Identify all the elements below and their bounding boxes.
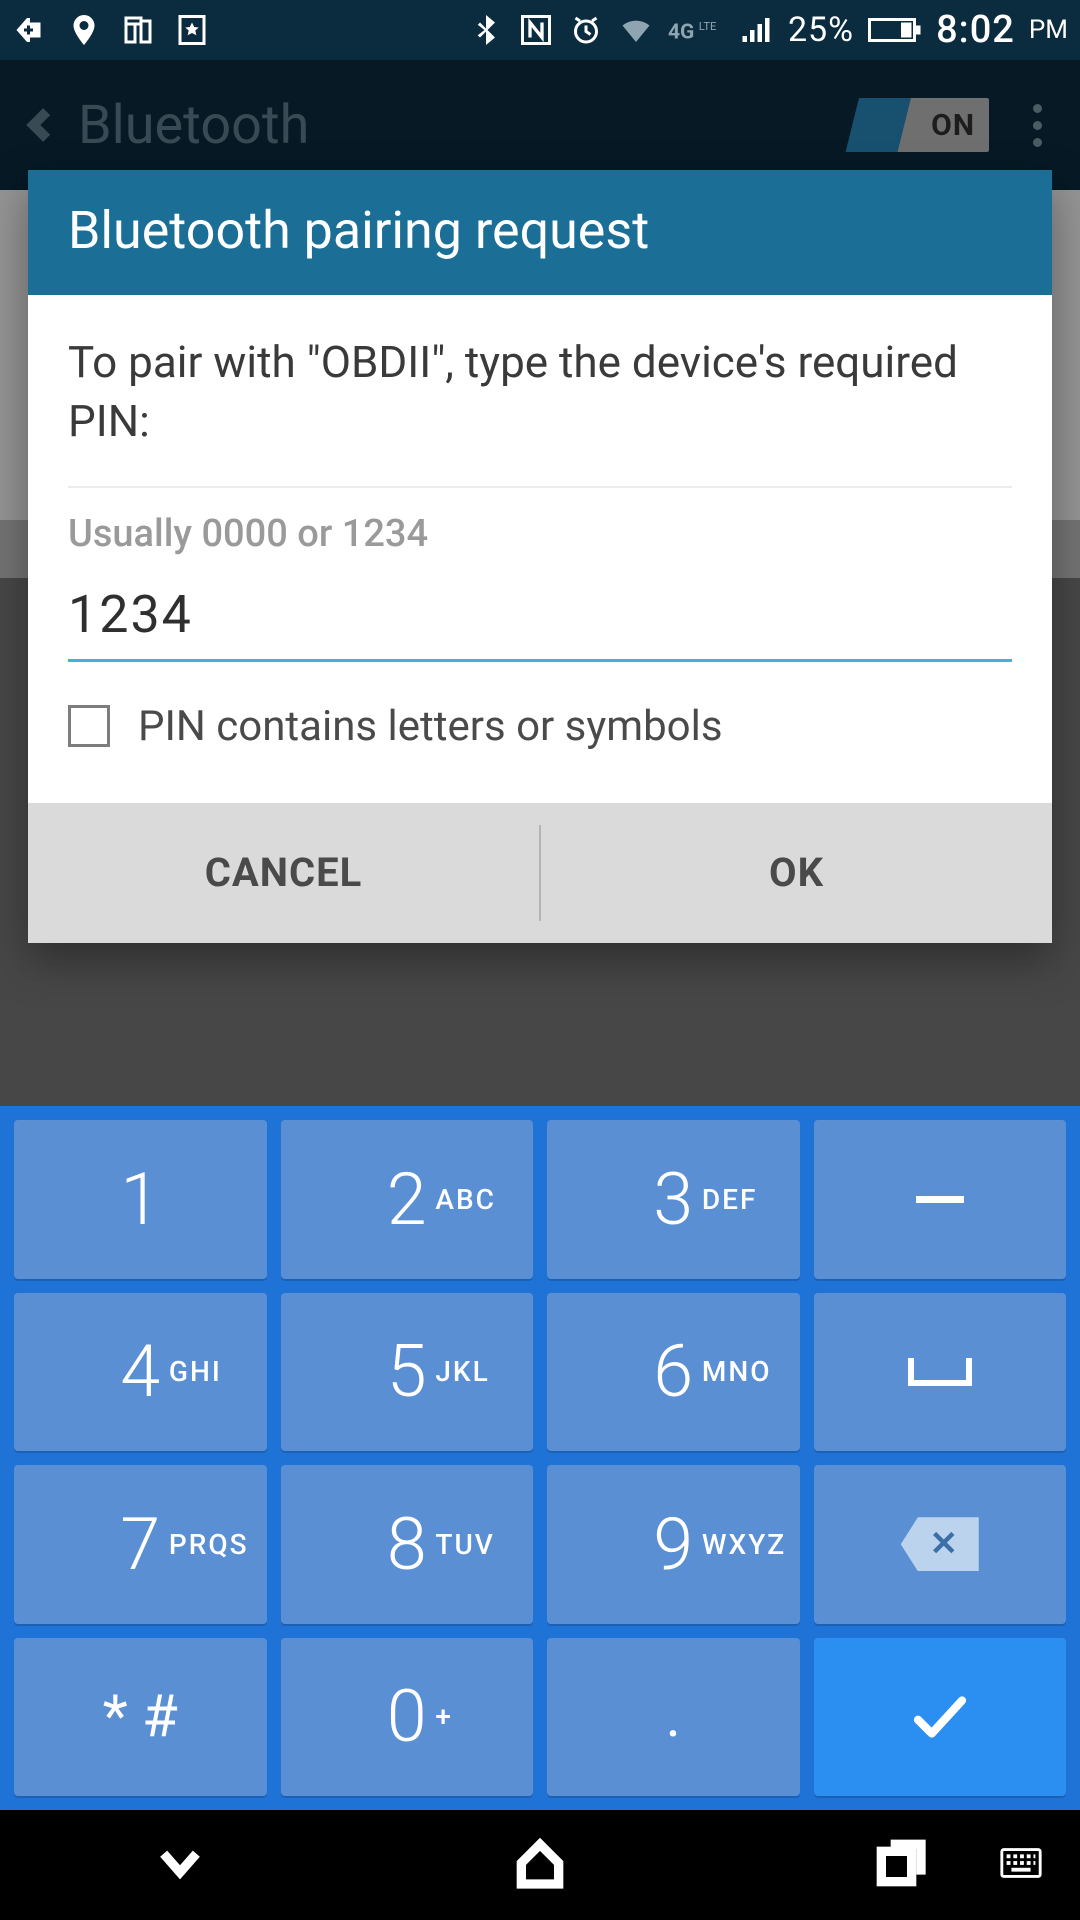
key-4[interactable]: 4GHI <box>14 1293 267 1452</box>
signal-icon <box>738 12 774 48</box>
notification-plus-icon <box>12 12 48 48</box>
battery-percent: 25% <box>788 10 854 50</box>
pin-input[interactable]: 1234 <box>68 584 1012 662</box>
numeric-keypad: 12ABC3DEF 4GHI5JKL6MNO 7PRQS8TUV9WXYZ * #0+… <box>0 1106 1080 1810</box>
nav-back-icon[interactable] <box>152 1835 208 1895</box>
lte-icon: 4G LTE <box>668 12 724 48</box>
bookmark-box-icon <box>174 12 210 48</box>
key-5[interactable]: 5JKL <box>281 1293 534 1452</box>
wifi-icon <box>618 12 654 48</box>
location-icon <box>66 12 102 48</box>
key-backspace[interactable] <box>814 1465 1067 1624</box>
nfc-icon <box>518 12 554 48</box>
bluetooth-icon <box>468 12 504 48</box>
key-2[interactable]: 2ABC <box>281 1120 534 1279</box>
key-dash[interactable] <box>814 1120 1067 1279</box>
key-0[interactable]: 0+ <box>281 1638 534 1797</box>
key-* #[interactable]: * # <box>14 1638 267 1797</box>
battery-icon <box>868 12 922 48</box>
pin-hint: Usually 0000 or 1234 <box>68 512 1012 556</box>
key-.[interactable]: . <box>547 1638 800 1797</box>
devices-icon <box>120 12 156 48</box>
letters-symbols-row[interactable]: PIN contains letters or symbols <box>68 662 1012 793</box>
key-enter[interactable] <box>814 1638 1067 1797</box>
cancel-button[interactable]: CANCEL <box>28 803 539 943</box>
clock-time: 8:02 <box>936 8 1015 52</box>
svg-text:LTE: LTE <box>699 20 717 33</box>
key-6[interactable]: 6MNO <box>547 1293 800 1452</box>
system-nav-bar <box>0 1810 1080 1920</box>
dialog-message: To pair with "OBDII", type the device's … <box>68 333 1012 452</box>
dialog-actions: CANCEL OK <box>28 803 1052 943</box>
svg-text:4G: 4G <box>668 20 694 44</box>
status-bar: 4G LTE 25% 8:02 PM <box>0 0 1080 60</box>
alarm-icon <box>568 12 604 48</box>
ok-button[interactable]: OK <box>541 803 1052 943</box>
checkbox-icon[interactable] <box>68 705 110 747</box>
checkbox-label: PIN contains letters or symbols <box>138 702 723 751</box>
key-9[interactable]: 9WXYZ <box>547 1465 800 1624</box>
dialog-title: Bluetooth pairing request <box>28 170 1052 295</box>
key-7[interactable]: 7PRQS <box>14 1465 267 1624</box>
key-1[interactable]: 1 <box>14 1120 267 1279</box>
ime-switch-icon[interactable] <box>998 1840 1044 1890</box>
key-8[interactable]: 8TUV <box>281 1465 534 1624</box>
pairing-dialog: Bluetooth pairing request To pair with "… <box>28 170 1052 943</box>
nav-home-icon[interactable] <box>512 1835 568 1895</box>
key-space[interactable] <box>814 1293 1067 1452</box>
clock-ampm: PM <box>1029 15 1068 45</box>
key-3[interactable]: 3DEF <box>547 1120 800 1279</box>
nav-recents-icon[interactable] <box>872 1835 928 1895</box>
